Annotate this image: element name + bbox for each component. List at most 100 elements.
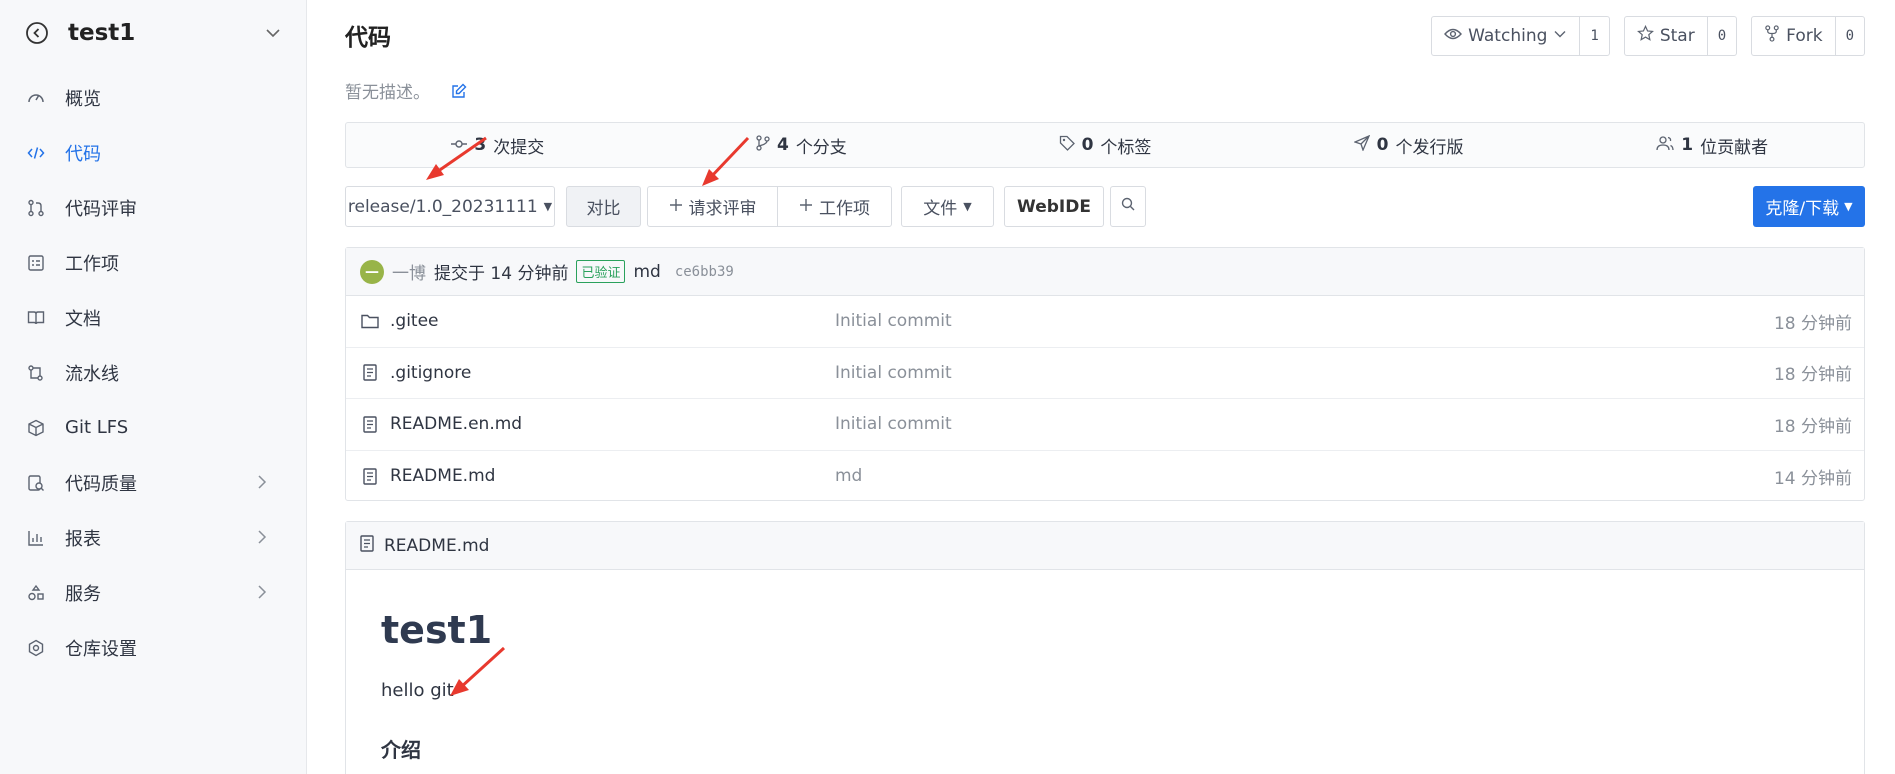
readme-panel: README.md test1 hello git 介绍 xyxy=(345,521,1865,774)
quality-scan-icon xyxy=(26,473,46,493)
stat-commits[interactable]: 3 次提交 xyxy=(346,123,650,167)
back-circle-icon[interactable] xyxy=(24,20,50,46)
watch-label: Watching xyxy=(1468,26,1548,46)
clone-download-button[interactable]: 克隆/下载 ▼ xyxy=(1753,186,1865,227)
work-item-label: 工作项 xyxy=(819,199,870,219)
table-row[interactable]: README.en.md Initial commit 18 分钟前 xyxy=(346,399,1864,451)
users-icon xyxy=(1656,135,1674,156)
table-row[interactable]: README.md md 14 分钟前 xyxy=(346,451,1864,503)
sidebar-item-pipeline[interactable]: 流水线 xyxy=(0,345,306,400)
stat-branches[interactable]: 4 个分支 xyxy=(650,123,954,167)
sidebar-item-code-review[interactable]: 代码评审 xyxy=(0,180,306,235)
table-row[interactable]: .gitignore Initial commit 18 分钟前 xyxy=(346,348,1864,399)
chevron-right-icon xyxy=(252,527,272,547)
file-menu-button[interactable]: 文件 ▼ xyxy=(901,186,994,227)
eye-icon xyxy=(1444,26,1463,46)
avatar[interactable]: — xyxy=(360,259,384,284)
file-commit-message[interactable]: Initial commit xyxy=(835,363,952,383)
sidebar-item-label: 代码 xyxy=(65,143,101,165)
sidebar-item-code-quality[interactable]: 代码质量 xyxy=(0,455,306,510)
commit-sha[interactable]: ce6bb39 xyxy=(675,264,734,280)
watch-button[interactable]: Watching xyxy=(1432,17,1579,55)
readme-header: README.md xyxy=(346,522,1864,570)
stat-releases[interactable]: 0 个发行版 xyxy=(1257,123,1561,167)
file-icon xyxy=(360,414,380,434)
sidebar-item-services[interactable]: 服务 xyxy=(0,565,306,620)
tags-label: 个标签 xyxy=(1100,137,1152,158)
sidebar: test1 概览 代码 代码评审 工作项 文档 流水线 Git LFS 代码质量… xyxy=(0,0,307,774)
commit-author[interactable]: 一博 xyxy=(392,259,426,284)
sidebar-header: test1 xyxy=(24,16,284,50)
clone-label: 克隆/下载 xyxy=(1765,199,1840,219)
webide-button[interactable]: WebIDE xyxy=(1004,186,1104,227)
star-button[interactable]: Star xyxy=(1625,17,1707,55)
sidebar-item-code[interactable]: 代码 xyxy=(0,125,306,180)
repo-name[interactable]: test1 xyxy=(68,20,262,46)
file-name[interactable]: .gitee xyxy=(390,311,439,331)
gear-icon xyxy=(26,638,46,658)
edit-icon[interactable] xyxy=(450,82,468,100)
sidebar-item-docs[interactable]: 文档 xyxy=(0,290,306,345)
star-icon xyxy=(1636,24,1654,47)
code-toolbar: release/1.0_20231111 ▼ 对比 请求评审 工作项 文件 ▼ … xyxy=(345,186,1865,228)
cube-icon xyxy=(26,418,46,438)
readme-filename[interactable]: README.md xyxy=(384,536,489,556)
tag-icon xyxy=(1059,135,1075,156)
sidebar-item-git-lfs[interactable]: Git LFS xyxy=(0,400,306,455)
file-commit-message[interactable]: md xyxy=(835,466,862,486)
branch-select[interactable]: release/1.0_20231111 ▼ xyxy=(345,186,555,227)
releases-count: 0 xyxy=(1376,135,1389,155)
file-name[interactable]: README.en.md xyxy=(390,414,522,434)
page-title: 代码 xyxy=(345,25,391,51)
star-count[interactable]: 0 xyxy=(1706,17,1736,55)
sidebar-item-label: 文档 xyxy=(65,308,101,330)
chevron-down-icon[interactable] xyxy=(262,22,284,44)
stat-tags[interactable]: 0 个标签 xyxy=(953,123,1257,167)
chevron-down-icon xyxy=(1553,26,1567,46)
fork-button[interactable]: Fork xyxy=(1752,17,1834,55)
sidebar-item-repo-settings[interactable]: 仓库设置 xyxy=(0,620,306,675)
verified-badge: 已验证 xyxy=(576,260,626,283)
branch-icon xyxy=(756,134,770,156)
repo-actions: Watching 1 Star 0 Fork 0 xyxy=(1431,16,1865,56)
pull-request-button[interactable]: 请求评审 xyxy=(647,186,778,227)
readme-paragraph: hello git xyxy=(381,680,454,701)
sidebar-nav: 概览 代码 代码评审 工作项 文档 流水线 Git LFS 代码质量 报表 服务… xyxy=(0,70,306,675)
work-item-button[interactable]: 工作项 xyxy=(777,186,892,227)
description-text: 暂无描述。 xyxy=(345,83,430,103)
file-list: — 一博 提交于 14 分钟前 已验证 md ce6bb39 .gitee In… xyxy=(345,247,1865,501)
watch-group: Watching 1 xyxy=(1431,16,1610,56)
caret-down-icon: ▼ xyxy=(1844,200,1853,213)
sidebar-item-label: 服务 xyxy=(65,583,101,605)
readme-subheading: 介绍 xyxy=(381,738,421,762)
file-name[interactable]: .gitignore xyxy=(390,363,471,383)
sidebar-item-label: 流水线 xyxy=(65,363,119,385)
sidebar-item-overview[interactable]: 概览 xyxy=(0,70,306,125)
chevron-right-icon xyxy=(252,472,272,492)
sidebar-item-label: Git LFS xyxy=(65,417,129,438)
sidebar-item-label: 报表 xyxy=(65,528,101,550)
search-button[interactable] xyxy=(1110,186,1146,227)
contributors-label: 位贡献者 xyxy=(1700,137,1769,158)
watch-count[interactable]: 1 xyxy=(1579,17,1608,55)
fork-group: Fork 0 xyxy=(1751,16,1865,56)
plus-icon xyxy=(799,197,813,217)
services-icon xyxy=(26,583,46,603)
release-icon xyxy=(1352,134,1370,156)
file-name[interactable]: README.md xyxy=(390,466,495,486)
sidebar-item-label: 代码质量 xyxy=(65,473,137,495)
file-time: 14 分钟前 xyxy=(1773,468,1852,489)
caret-down-icon: ▼ xyxy=(543,200,553,213)
commit-message[interactable]: md xyxy=(633,262,660,282)
file-time: 18 分钟前 xyxy=(1773,313,1852,334)
stat-contributors[interactable]: 1 位贡献者 xyxy=(1560,123,1864,167)
repo-description: 暂无描述。 xyxy=(345,78,468,103)
file-commit-message[interactable]: Initial commit xyxy=(835,311,952,331)
file-commit-message[interactable]: Initial commit xyxy=(835,414,952,434)
fork-count[interactable]: 0 xyxy=(1834,17,1864,55)
sidebar-item-reports[interactable]: 报表 xyxy=(0,510,306,565)
compare-button[interactable]: 对比 xyxy=(566,186,641,227)
sidebar-item-work-items[interactable]: 工作项 xyxy=(0,235,306,290)
table-row[interactable]: .gitee Initial commit 18 分钟前 xyxy=(346,296,1864,348)
commits-count: 3 xyxy=(474,135,487,155)
